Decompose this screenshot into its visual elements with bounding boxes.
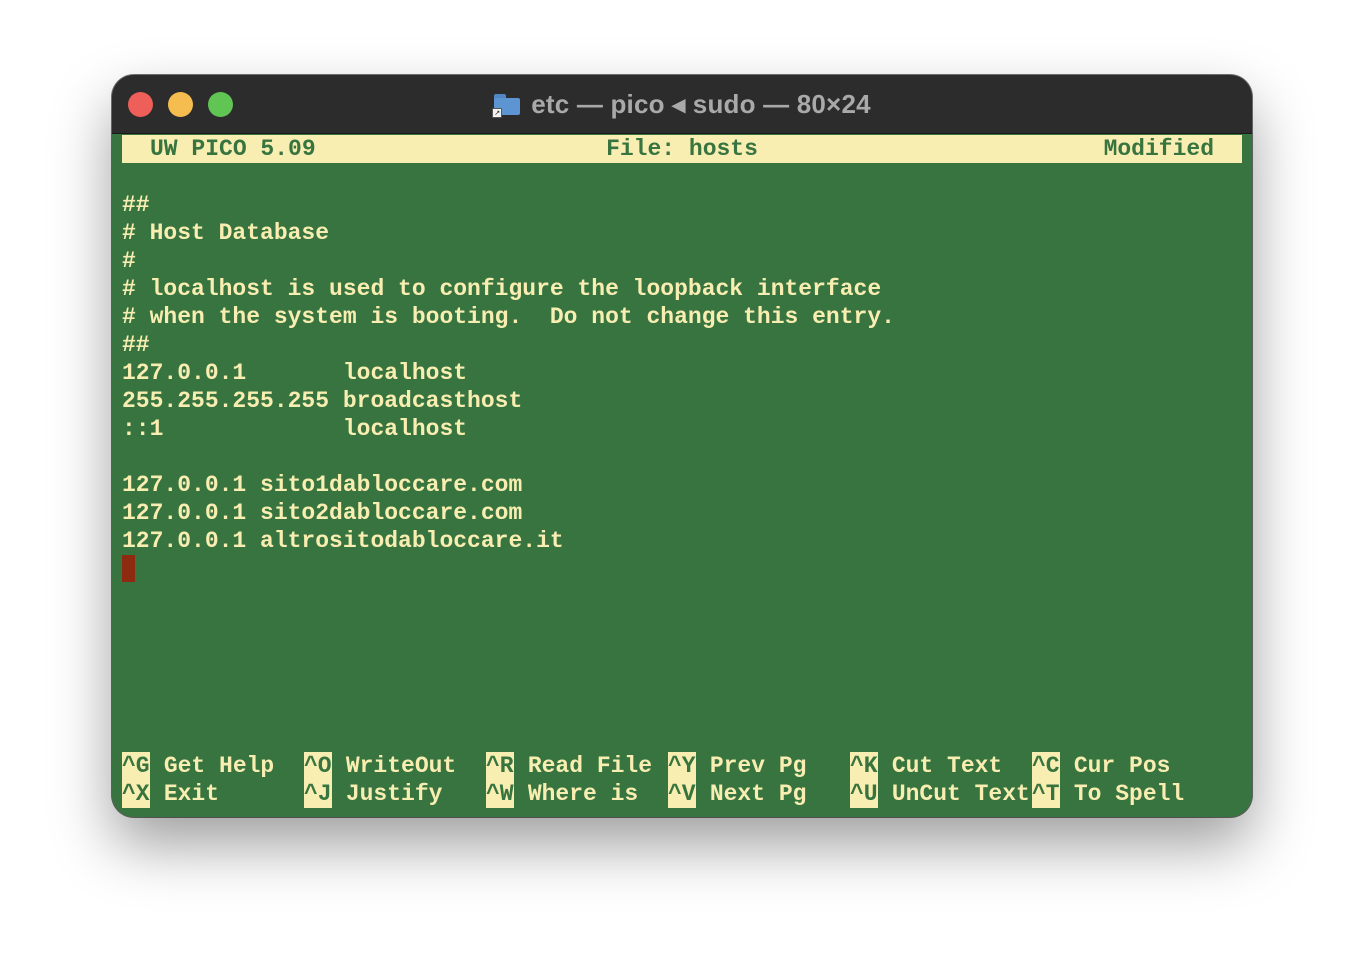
file-line[interactable]: # localhost is used to configure the loo… bbox=[122, 275, 1242, 303]
terminal-content[interactable]: UW PICO 5.09 File: hosts Modified ## # H… bbox=[122, 135, 1242, 583]
shortcut-writeout[interactable]: ^O WriteOut bbox=[304, 752, 456, 780]
shortcut-label: WriteOut bbox=[345, 753, 457, 779]
shortcut-key: ^V bbox=[668, 780, 696, 808]
shortcut-read-file[interactable]: ^R Read File bbox=[486, 752, 652, 780]
file-line[interactable]: # Host Database bbox=[122, 219, 1242, 247]
file-line[interactable] bbox=[122, 443, 1242, 471]
shortcut-next-pg[interactable]: ^V Next Pg bbox=[668, 780, 806, 808]
shortcut-label: Where is bbox=[527, 781, 639, 807]
file-line[interactable] bbox=[122, 163, 1242, 191]
shortcut-exit[interactable]: ^X Exit bbox=[122, 780, 219, 808]
file-line[interactable]: 127.0.0.1 sito1dabloccare.com bbox=[122, 471, 1242, 499]
shortcut-label: Prev Pg bbox=[709, 753, 807, 779]
shortcut-justify[interactable]: ^J Justify bbox=[304, 780, 442, 808]
file-line[interactable]: ## bbox=[122, 191, 1242, 219]
shortcut-get-help[interactable]: ^G Get Help bbox=[122, 752, 274, 780]
window-title-group: ↗ etc — pico ◂ sudo — 80×24 bbox=[112, 75, 1252, 133]
shortcut-label: Cut Text bbox=[891, 753, 1003, 779]
window-title: etc — pico ◂ sudo — 80×24 bbox=[531, 88, 871, 119]
shortcut-key: ^W bbox=[486, 780, 514, 808]
file-line[interactable]: ::1 localhost bbox=[122, 415, 1242, 443]
file-line[interactable]: 255.255.255.255 broadcasthost bbox=[122, 387, 1242, 415]
shortcut-bar: ^G Get Help ^O WriteOut ^R Read File ^Y … bbox=[122, 752, 1242, 808]
shortcut-key: ^C bbox=[1032, 752, 1060, 780]
shortcut-key: ^K bbox=[850, 752, 878, 780]
shortcut-label: Exit bbox=[163, 781, 220, 807]
shortcut-where-is[interactable]: ^W Where is bbox=[486, 780, 638, 808]
file-line[interactable]: # bbox=[122, 247, 1242, 275]
shortcut-label: Get Help bbox=[163, 753, 275, 779]
shortcut-row-1: ^G Get Help ^O WriteOut ^R Read File ^Y … bbox=[122, 752, 1242, 780]
shortcut-uncut-text[interactable]: ^U UnCut Text bbox=[850, 780, 1030, 808]
file-name: File: hosts bbox=[606, 136, 758, 162]
shortcut-to-spell[interactable]: ^T To Spell bbox=[1032, 780, 1184, 808]
file-line[interactable]: 127.0.0.1 altrositodabloccare.it bbox=[122, 527, 1242, 555]
cursor-line[interactable] bbox=[122, 555, 1242, 583]
terminal-window: ↗ etc — pico ◂ sudo — 80×24 UW PICO 5.09… bbox=[112, 75, 1252, 817]
shortcut-key: ^T bbox=[1032, 780, 1060, 808]
file-line[interactable]: 127.0.0.1 localhost bbox=[122, 359, 1242, 387]
shortcut-row-2: ^X Exit ^J Justify ^W Where is ^V Next P… bbox=[122, 780, 1242, 808]
modified-status: Modified bbox=[1103, 136, 1214, 162]
shortcut-label: UnCut Text bbox=[891, 781, 1030, 807]
folder-icon: ↗ bbox=[492, 92, 521, 118]
shortcut-key: ^X bbox=[122, 780, 150, 808]
title-bar[interactable]: ↗ etc — pico ◂ sudo — 80×24 bbox=[112, 75, 1252, 134]
file-line[interactable]: ## bbox=[122, 331, 1242, 359]
pico-header-bar: UW PICO 5.09 File: hosts Modified bbox=[122, 135, 1242, 163]
shortcut-key: ^O bbox=[304, 752, 332, 780]
shortcut-cut-text[interactable]: ^K Cut Text bbox=[850, 752, 1002, 780]
shortcut-key: ^U bbox=[850, 780, 878, 808]
file-line[interactable]: # when the system is booting. Do not cha… bbox=[122, 303, 1242, 331]
shortcut-label: Justify bbox=[345, 781, 443, 807]
text-cursor bbox=[122, 555, 135, 582]
shortcut-key: ^J bbox=[304, 780, 332, 808]
shortcut-label: To Spell bbox=[1073, 781, 1185, 807]
shortcut-key: ^Y bbox=[668, 752, 696, 780]
shortcut-label: Cur Pos bbox=[1073, 753, 1171, 779]
shortcut-key: ^R bbox=[486, 752, 514, 780]
shortcut-key: ^G bbox=[122, 752, 150, 780]
shortcut-prev-pg[interactable]: ^Y Prev Pg bbox=[668, 752, 806, 780]
shortcut-label: Read File bbox=[527, 753, 653, 779]
shortcut-label: Next Pg bbox=[709, 781, 807, 807]
file-line[interactable]: 127.0.0.1 sito2dabloccare.com bbox=[122, 499, 1242, 527]
shortcut-cur-pos[interactable]: ^C Cur Pos bbox=[1032, 752, 1170, 780]
